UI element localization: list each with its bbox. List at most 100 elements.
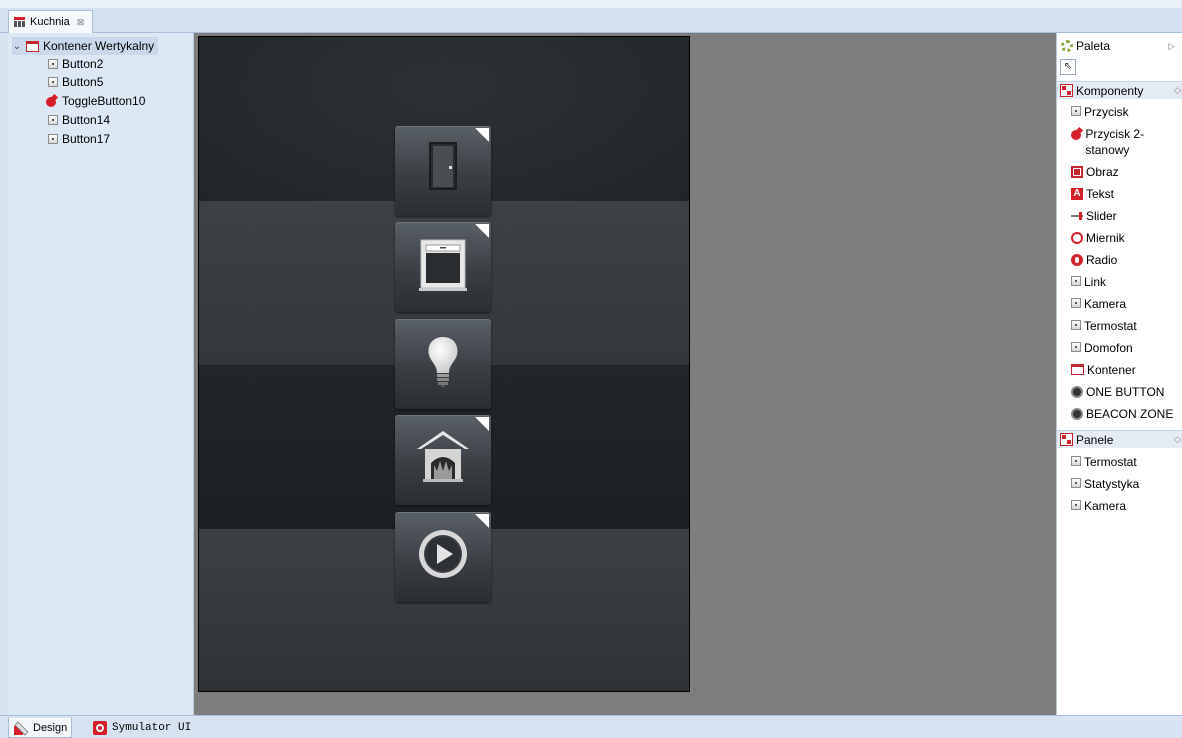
palette-icon — [1061, 40, 1073, 52]
palette-item-label: Slider — [1086, 209, 1117, 223]
button-icon — [48, 59, 58, 69]
palette-section-panele[interactable]: Panele ◇ — [1057, 430, 1182, 448]
select-tool-icon[interactable]: ⇖ — [1060, 59, 1076, 75]
button-icon — [48, 134, 58, 144]
palette-item[interactable]: Kontener — [1071, 362, 1182, 378]
tab-close-icon[interactable]: ⊠ — [77, 17, 85, 28]
palette-item[interactable]: Obraz — [1071, 164, 1182, 180]
tree-item[interactable]: Button14 — [48, 111, 110, 129]
tab-label: Symulator UI — [112, 721, 192, 734]
palette-item-label: Kontener — [1087, 363, 1136, 377]
palette-item-label: BEACON ZONE — [1086, 407, 1174, 421]
play-icon — [419, 530, 467, 578]
fireplace-icon — [417, 431, 469, 482]
layout-icon — [14, 17, 25, 27]
palette-item[interactable]: Termostat — [1071, 318, 1182, 334]
tree-item[interactable]: Button5 — [48, 73, 103, 91]
editor-tab-strip: Kuchnia ⊠ — [0, 8, 1182, 33]
container-icon — [26, 40, 39, 52]
window-blind-icon — [419, 239, 467, 291]
canvas-button-play[interactable] — [395, 512, 491, 602]
section-toggle-icon[interactable]: ◇ — [1174, 85, 1181, 96]
category-icon — [1060, 433, 1073, 446]
outline-tree: ⌄ Kontener Wertykalny Button2 Button5 To… — [8, 33, 194, 715]
container-icon — [1071, 364, 1084, 375]
palette-section-komponenty[interactable]: Komponenty ◇ — [1057, 81, 1182, 99]
corner-marker — [475, 128, 489, 142]
palette-item[interactable]: Statystyka — [1071, 476, 1182, 492]
canvas-button-window[interactable] — [395, 222, 491, 312]
window-top-strip — [0, 0, 1182, 8]
palette-item[interactable]: Miernik — [1071, 230, 1182, 246]
palette-item[interactable]: Przycisk — [1071, 104, 1182, 120]
button-icon — [1071, 478, 1081, 488]
palette-item-label: Radio — [1086, 253, 1118, 267]
button-icon — [48, 115, 58, 125]
palette-item[interactable]: Slider — [1071, 208, 1182, 224]
palette-item[interactable]: Domofon — [1071, 340, 1182, 356]
dot-icon — [1071, 408, 1083, 420]
category-icon — [1060, 84, 1073, 97]
gauge-icon — [1071, 232, 1083, 244]
tab-title: Kuchnia — [30, 16, 70, 28]
button-icon — [1071, 342, 1081, 352]
button-icon — [1071, 500, 1081, 510]
canvas-button-fireplace[interactable] — [395, 415, 491, 505]
button-icon — [1071, 106, 1081, 116]
collapse-arrow-icon[interactable]: ▷ — [1168, 41, 1175, 52]
button-icon — [1071, 456, 1081, 466]
palette-item-label: Statystyka — [1084, 477, 1140, 491]
corner-marker — [475, 417, 489, 431]
tab-symulator-ui[interactable]: Symulator UI — [88, 718, 195, 737]
tab-design[interactable]: Design — [8, 718, 73, 738]
door-icon — [429, 142, 457, 190]
button-icon — [48, 77, 58, 87]
tree-item-label: Button17 — [62, 132, 111, 146]
dot-icon — [1071, 386, 1083, 398]
palette-item-label: Domofon — [1084, 341, 1133, 355]
palette-item[interactable]: ONE BUTTON — [1071, 384, 1182, 400]
palette-item[interactable]: Przycisk 2-stanowy — [1071, 126, 1182, 158]
palette-item-label: Miernik — [1086, 231, 1125, 245]
design-icon — [14, 720, 29, 736]
chevron-down-icon[interactable]: ⌄ — [12, 41, 22, 52]
tab-kuchnia[interactable]: Kuchnia ⊠ — [8, 10, 94, 33]
palette-item-label: Termostat — [1084, 455, 1137, 469]
palette-item-label: Przycisk 2-stanowy — [1085, 127, 1145, 157]
tree-item-label: Button2 — [62, 57, 104, 71]
image-icon — [1071, 166, 1083, 178]
palette-item-label: Tekst — [1086, 187, 1115, 201]
button-icon — [1071, 298, 1081, 308]
palette-item[interactable]: Radio — [1071, 252, 1182, 268]
bottom-tab-bar: Design Symulator UI — [0, 715, 1182, 738]
button-icon — [1071, 276, 1081, 286]
palette-item-label: Obraz — [1086, 165, 1119, 179]
palette-panel: Paleta ▷ ⇖ Komponenty ◇ Przycisk Przycis… — [1056, 33, 1182, 715]
palette-item-label: Przycisk — [1084, 105, 1129, 119]
palette-item[interactable]: Link — [1071, 274, 1182, 290]
simulator-icon — [93, 720, 107, 735]
tree-item[interactable]: ToggleButton10 — [46, 92, 145, 110]
palette-item[interactable]: A Tekst — [1071, 186, 1182, 202]
palette-item[interactable]: Kamera — [1071, 498, 1182, 514]
tree-item[interactable]: Button17 — [48, 130, 110, 148]
tree-item-label: Button5 — [62, 75, 104, 89]
canvas-button-light[interactable] — [395, 319, 491, 409]
section-toggle-icon[interactable]: ◇ — [1174, 434, 1181, 445]
design-canvas[interactable] — [198, 36, 690, 692]
palette-item[interactable]: Kamera — [1071, 296, 1182, 312]
palette-item-label: Kamera — [1084, 297, 1127, 311]
section-title: Komponenty — [1076, 83, 1144, 98]
palette-item[interactable]: BEACON ZONE — [1071, 406, 1182, 422]
tree-item-root[interactable]: ⌄ Kontener Wertykalny — [12, 37, 159, 55]
palette-header[interactable]: Paleta ▷ — [1057, 37, 1182, 55]
tab-label: Design — [33, 721, 68, 734]
toggle-icon — [1071, 128, 1082, 140]
tree-item[interactable]: Button2 — [48, 55, 103, 73]
design-editor-area — [194, 33, 1056, 715]
palette-item-label: Link — [1084, 275, 1107, 289]
corner-marker — [475, 224, 489, 238]
palette-item-label: Termostat — [1084, 319, 1137, 333]
palette-item[interactable]: Termostat — [1071, 454, 1182, 470]
canvas-button-door[interactable] — [395, 126, 491, 216]
